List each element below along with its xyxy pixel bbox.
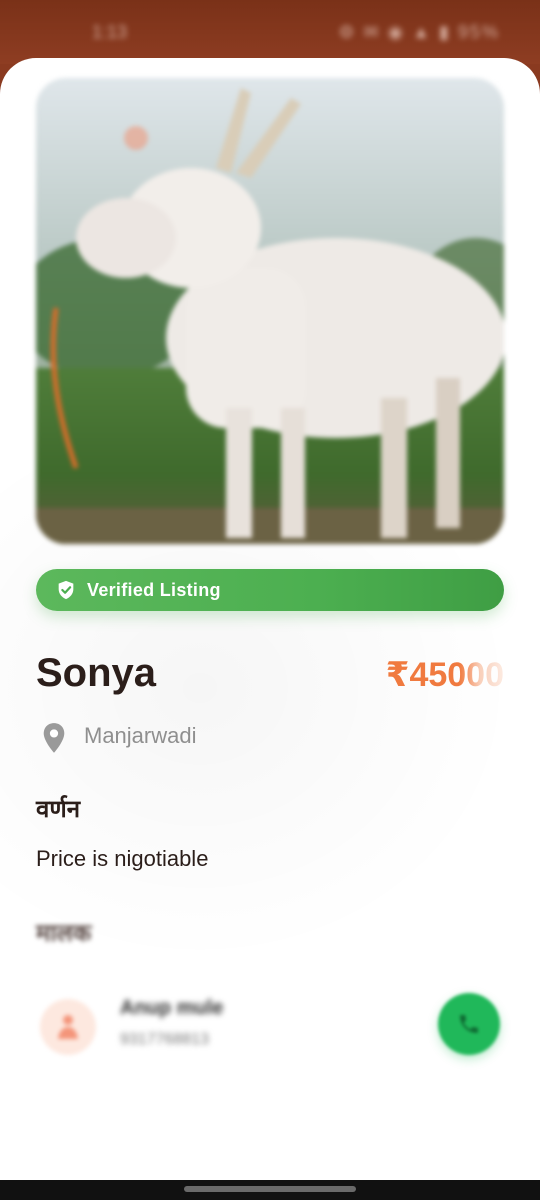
owner-name: Anup mule [120,997,224,1019]
owner-row: Anup mule 9317768813 [36,993,504,1063]
owner-phone: 9317768813 [120,1031,209,1048]
system-nav-bar [0,1180,540,1200]
animal-name: Sonya [36,651,157,695]
status-bar: 1:13 ⚙ ✉ ◉ ▲ ▮ 95% [0,0,540,64]
status-time: 1:13 [92,22,128,42]
listing-sheet: Verified Listing Sonya ₹45000 Manjarwadi… [0,58,540,1180]
verified-listing-badge: Verified Listing [36,569,504,611]
owner-heading: मालक [36,920,92,947]
phone-icon [460,1015,478,1033]
price: ₹45000 [385,656,504,694]
description-text: Price is nigotiable [36,846,209,871]
location-pin-icon [43,723,65,753]
person-icon [58,1015,78,1039]
description-heading: वर्णन [36,796,81,823]
shield-check-icon [58,580,74,600]
call-button[interactable] [438,993,500,1055]
home-gesture-handle[interactable] [184,1186,356,1192]
animal-photo[interactable] [36,78,504,544]
avatar [40,999,96,1055]
verified-label: Verified Listing [87,579,221,600]
status-icons: ⚙ ✉ ◉ ▲ ▮ 95% [338,22,500,42]
location-text: Manjarwadi [84,723,197,748]
animal-photo-illustration [36,78,504,544]
